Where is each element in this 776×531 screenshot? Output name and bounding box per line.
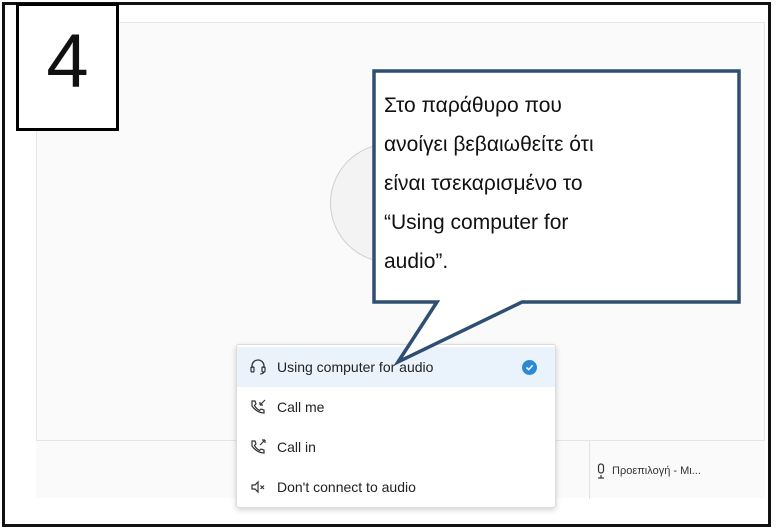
callout-text: Στο παράθυρο που ανοίγει βεβαιωθείτε ότι… — [384, 94, 594, 273]
step-number-box: 4 — [16, 3, 119, 131]
step-number: 4 — [46, 19, 89, 104]
